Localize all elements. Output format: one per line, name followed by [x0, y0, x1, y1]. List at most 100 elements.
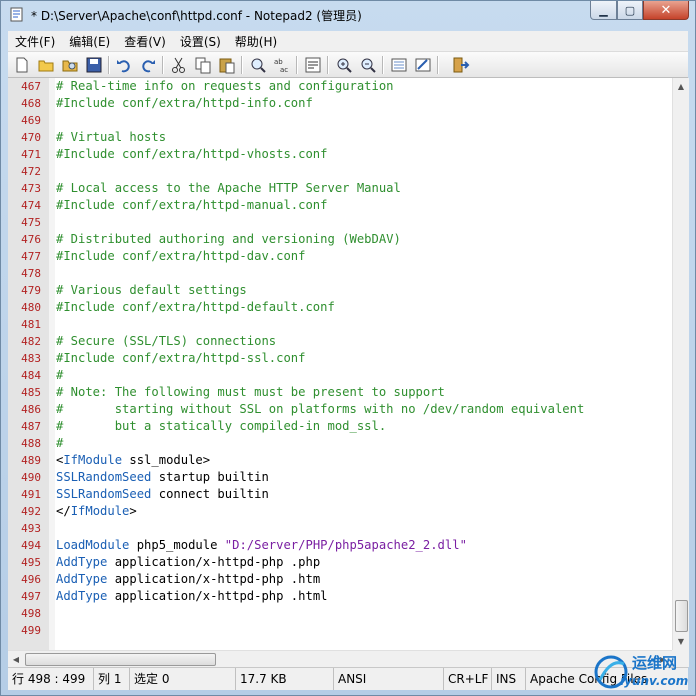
- code-line[interactable]: 487 # but a statically compiled-in mod_ss…: [8, 418, 672, 435]
- code-line[interactable]: 473 # Local access to the Apache HTTP Ser…: [8, 180, 672, 197]
- line-number: 476: [21, 233, 41, 246]
- redo-icon[interactable]: [139, 56, 157, 74]
- word-wrap-icon[interactable]: [304, 56, 322, 74]
- code-line[interactable]: 498: [8, 605, 672, 622]
- code-line[interactable]: 481: [8, 316, 672, 333]
- save-icon[interactable]: [85, 56, 103, 74]
- line-text: AddType application/x-httpd-php .php: [56, 554, 320, 571]
- menu-file[interactable]: 文件(F): [8, 33, 62, 50]
- code-token: LoadModule: [56, 538, 130, 552]
- open-icon[interactable]: [37, 56, 55, 74]
- line-number: 479: [21, 284, 41, 297]
- code-line[interactable]: 485 # Note: The following must must be pr…: [8, 384, 672, 401]
- line-text: SSLRandomSeed connect builtin: [56, 486, 269, 503]
- copy-icon[interactable]: [194, 56, 212, 74]
- code-line[interactable]: 486 # starting without SSL on platforms w…: [8, 401, 672, 418]
- code-line[interactable]: 482 # Secure (SSL/TLS) connections: [8, 333, 672, 350]
- notepad2-app-icon: [9, 7, 24, 22]
- zoom-out-icon[interactable]: [359, 56, 377, 74]
- status-line-ending[interactable]: CR+LF: [444, 668, 492, 690]
- line-number: 491: [21, 488, 41, 501]
- horizontal-scrollbar[interactable]: ◀ ▶: [8, 650, 672, 667]
- vertical-scroll-thumb[interactable]: [675, 600, 688, 632]
- menu-edit[interactable]: 编辑(E): [62, 33, 117, 50]
- code-line[interactable]: 475: [8, 214, 672, 231]
- code-line[interactable]: 496 AddType application/x-httpd-php .htm: [8, 571, 672, 588]
- code-line[interactable]: 469: [8, 112, 672, 129]
- code-line[interactable]: 480 #Include conf/extra/httpd-default.con…: [8, 299, 672, 316]
- watermark: 运维网 iyunv.com: [588, 644, 696, 696]
- svg-text:ac: ac: [280, 66, 288, 74]
- code-line[interactable]: 467 # Real-time info on requests and conf…: [8, 78, 672, 95]
- line-text: SSLRandomSeed startup builtin: [56, 469, 269, 486]
- line-number: 498: [21, 607, 41, 620]
- title-bar[interactable]: * D:\Server\Apache\conf\httpd.conf - Not…: [1, 1, 695, 30]
- scroll-left-icon[interactable]: ◀: [8, 651, 24, 668]
- browse-icon[interactable]: [61, 56, 79, 74]
- line-number: 486: [21, 403, 41, 416]
- code-line[interactable]: 497 AddType application/x-httpd-php .html: [8, 588, 672, 605]
- minimize-icon: ▁: [599, 3, 608, 17]
- cut-icon[interactable]: [170, 56, 188, 74]
- code-line[interactable]: 494 LoadModule php5_module "D:/Server/PHP…: [8, 537, 672, 554]
- line-number: 488: [21, 437, 41, 450]
- code-line[interactable]: 491 SSLRandomSeed connect builtin: [8, 486, 672, 503]
- line-text: #: [56, 368, 64, 382]
- line-text: # Real-time info on requests and configu…: [56, 79, 394, 93]
- line-text: LoadModule php5_module "D:/Server/PHP/ph…: [56, 537, 467, 554]
- undo-icon[interactable]: [115, 56, 133, 74]
- horizontal-scroll-thumb[interactable]: [25, 653, 216, 666]
- code-token: ssl_module>: [122, 453, 211, 467]
- toolbar-separator: [296, 56, 298, 74]
- code-line[interactable]: 490 SSLRandomSeed startup builtin: [8, 469, 672, 486]
- menu-help[interactable]: 帮助(H): [228, 33, 284, 50]
- scroll-up-icon[interactable]: ▲: [673, 78, 689, 95]
- scheme-icon[interactable]: [390, 56, 408, 74]
- menu-view[interactable]: 查看(V): [117, 33, 173, 50]
- code-token: IfModule: [70, 504, 130, 518]
- vertical-scrollbar[interactable]: ▲ ▼: [672, 78, 689, 650]
- toolbar-separator: [327, 56, 329, 74]
- status-insert-mode[interactable]: INS: [492, 668, 526, 690]
- code-line[interactable]: 492 </IfModule>: [8, 503, 672, 520]
- code-editor[interactable]: 467 # Real-time info on requests and conf…: [8, 78, 672, 650]
- customize-icon[interactable]: [414, 56, 432, 74]
- toolbar-separator: [382, 56, 384, 74]
- find-icon[interactable]: [249, 56, 267, 74]
- replace-icon[interactable]: ab ac: [273, 56, 291, 74]
- zoom-in-icon[interactable]: [335, 56, 353, 74]
- line-text: # Local access to the Apache HTTP Server…: [56, 181, 401, 195]
- line-number: 475: [21, 216, 41, 229]
- code-line[interactable]: 499: [8, 622, 672, 639]
- menu-settings[interactable]: 设置(S): [173, 33, 228, 50]
- code-line[interactable]: 484 #: [8, 367, 672, 384]
- code-line[interactable]: 483 #Include conf/extra/httpd-ssl.conf: [8, 350, 672, 367]
- code-line[interactable]: 477 #Include conf/extra/httpd-dav.conf: [8, 248, 672, 265]
- code-line[interactable]: 495 AddType application/x-httpd-php .php: [8, 554, 672, 571]
- code-line[interactable]: 468 #Include conf/extra/httpd-info.conf: [8, 95, 672, 112]
- code-line[interactable]: 479 # Various default settings: [8, 282, 672, 299]
- new-file-icon[interactable]: [13, 56, 31, 74]
- line-text: # starting without SSL on platforms with…: [56, 402, 585, 416]
- exit-icon[interactable]: [452, 56, 470, 74]
- line-text: </IfModule>: [56, 503, 137, 520]
- paste-icon[interactable]: [218, 56, 236, 74]
- code-line[interactable]: 474 #Include conf/extra/httpd-manual.conf: [8, 197, 672, 214]
- code-line[interactable]: 478: [8, 265, 672, 282]
- menu-bar: 文件(F) 编辑(E) 查看(V) 设置(S) 帮助(H): [8, 31, 688, 52]
- code-line[interactable]: 476 # Distributed authoring and versionin…: [8, 231, 672, 248]
- code-line[interactable]: 472: [8, 163, 672, 180]
- close-button[interactable]: ✕: [643, 1, 689, 20]
- code-line[interactable]: 470 # Virtual hosts: [8, 129, 672, 146]
- code-line[interactable]: 493: [8, 520, 672, 537]
- code-line[interactable]: 488 #: [8, 435, 672, 452]
- code-token: IfModule: [63, 453, 123, 467]
- status-selection: 选定 0: [130, 668, 236, 690]
- watermark-text: 运维网: [632, 654, 678, 672]
- code-line[interactable]: 471 #Include conf/extra/httpd-vhosts.conf: [8, 146, 672, 163]
- minimize-button[interactable]: ▁: [590, 1, 617, 20]
- status-encoding[interactable]: ANSI: [334, 668, 444, 690]
- code-line[interactable]: 489 <IfModule ssl_module>: [8, 452, 672, 469]
- maximize-button[interactable]: ▢: [617, 1, 643, 20]
- line-number: 487: [21, 420, 41, 433]
